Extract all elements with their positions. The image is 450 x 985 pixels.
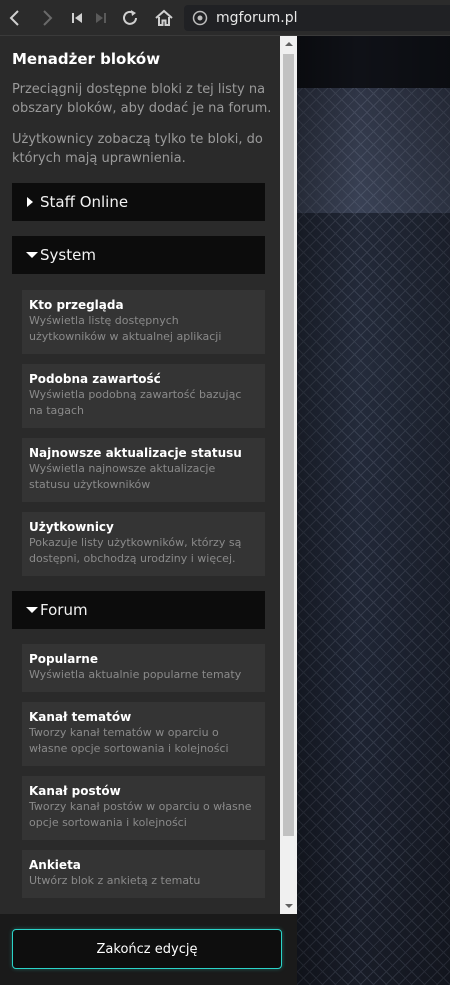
disabled-skip-icon: [92, 6, 110, 30]
caret-down-icon: [26, 251, 40, 259]
home-icon[interactable]: [152, 6, 176, 30]
block-title: Najnowsze aktualizacje statusu: [29, 446, 242, 460]
caret-down-icon: [26, 606, 40, 614]
sidebar-description: Przeciągnij dostępne bloki z tej listy n…: [12, 82, 272, 116]
category-label: Forum: [40, 601, 88, 619]
url-text: mgforum.pl: [216, 10, 298, 26]
forward-icon[interactable]: [36, 6, 58, 30]
block-description: Wyświetla aktualnie popularne tematy: [29, 668, 242, 681]
page-background: [297, 36, 450, 985]
block-title: Kanał tematów: [29, 710, 132, 724]
sidebar-permissions-note: Użytkownicy zobaczą tylko te bloki, do k…: [12, 132, 263, 166]
first-page-icon[interactable]: [68, 6, 86, 30]
back-icon[interactable]: [4, 6, 26, 30]
block-post-feed[interactable]: Kanał postów Tworzy kanał postów w oparc…: [22, 776, 265, 840]
block-manager-sidebar: Menadżer bloków Przeciągnij dostępne blo…: [0, 36, 297, 985]
block-description: Utwórz blok z ankietą z tematu: [29, 874, 201, 887]
block-title: Ankieta: [29, 858, 81, 872]
block-similar-content[interactable]: Podobna zawartość Wyświetla podobną zawa…: [22, 364, 265, 428]
block-topic-feed[interactable]: Kanał tematów Tworzy kanał tematów w opa…: [22, 702, 265, 766]
block-popular[interactable]: Popularne Wyświetla aktualnie popularne …: [22, 644, 265, 692]
block-poll[interactable]: Ankieta Utwórz blok z ankietą z tematu: [22, 850, 265, 898]
address-bar[interactable]: mgforum.pl: [184, 5, 450, 31]
block-title: Użytkownicy: [29, 520, 114, 534]
caret-right-icon: [26, 196, 40, 208]
scroll-down-icon[interactable]: [280, 898, 297, 914]
finish-editing-button[interactable]: Zakończ edycję: [12, 929, 282, 969]
block-status-updates[interactable]: Najnowsze aktualizacje statusu Wyświetla…: [22, 438, 265, 502]
category-staff-online[interactable]: Staff Online: [12, 183, 265, 221]
category-label: Staff Online: [40, 193, 129, 211]
block-title: Kto przegląda: [29, 298, 124, 312]
sidebar-scrollbar[interactable]: [280, 36, 297, 914]
category-label: System: [40, 246, 96, 264]
browser-toolbar: mgforum.pl: [0, 0, 450, 36]
scroll-up-icon[interactable]: [280, 36, 297, 52]
block-description: Wyświetla listę dostępnych użytkowników …: [29, 314, 222, 343]
block-title: Podobna zawartość: [29, 372, 161, 386]
block-title: Popularne: [29, 652, 98, 666]
site-info-icon[interactable]: [192, 10, 208, 26]
block-description: Wyświetla podobną zawartość bazując na t…: [29, 388, 242, 417]
block-description: Tworzy kanał tematów w oparciu o własne …: [29, 726, 229, 755]
block-description: Tworzy kanał postów w oparciu o własne o…: [29, 800, 252, 829]
scrollbar-thumb[interactable]: [283, 54, 294, 836]
sidebar-footer: Zakończ edycję: [0, 914, 297, 985]
category-system[interactable]: System: [12, 236, 265, 274]
block-users[interactable]: Użytkownicy Pokazuje listy użytkowników,…: [22, 512, 265, 576]
block-title: Kanał postów: [29, 784, 121, 798]
block-description: Pokazuje listy użytkowników, którzy są d…: [29, 536, 242, 565]
block-description: Wyświetla najnowsze aktualizacje statusu…: [29, 462, 216, 491]
category-forum[interactable]: Forum: [12, 591, 265, 629]
block-who-is-viewing[interactable]: Kto przegląda Wyświetla listę dostępnych…: [22, 290, 265, 354]
reload-icon[interactable]: [118, 6, 142, 30]
sidebar-title: Menadżer bloków: [12, 50, 161, 68]
